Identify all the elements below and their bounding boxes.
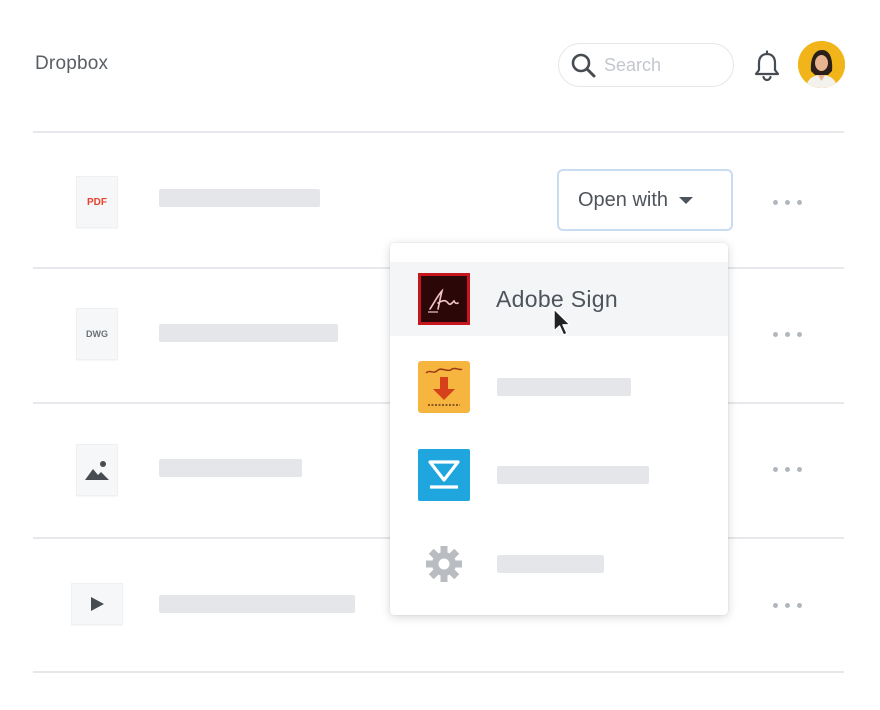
video-file-icon bbox=[71, 583, 123, 625]
app-title: Dropbox bbox=[35, 53, 109, 74]
file-name-placeholder bbox=[159, 189, 320, 207]
open-with-menu: Adobe Sign bbox=[390, 243, 728, 615]
gear-icon bbox=[426, 546, 462, 582]
menu-item-configure[interactable] bbox=[390, 527, 728, 601]
file-name-placeholder bbox=[159, 324, 338, 342]
more-options-button[interactable] bbox=[773, 200, 802, 205]
signing-app-icon bbox=[418, 361, 470, 413]
menu-item-name-placeholder bbox=[497, 378, 631, 396]
more-options-button[interactable] bbox=[773, 603, 802, 608]
bell-icon[interactable] bbox=[752, 50, 782, 82]
menu-item-name-placeholder bbox=[497, 555, 604, 573]
open-with-button[interactable]: Open with bbox=[557, 169, 733, 231]
pdf-file-label: PDF bbox=[87, 196, 107, 208]
search-icon bbox=[571, 53, 596, 78]
menu-item-name-placeholder bbox=[497, 466, 649, 484]
mouse-pointer-icon bbox=[553, 308, 571, 336]
search-bar[interactable] bbox=[558, 43, 734, 87]
row-divider bbox=[33, 671, 844, 673]
search-input[interactable] bbox=[604, 54, 714, 76]
avatar-image bbox=[798, 41, 845, 88]
file-name-placeholder bbox=[159, 459, 302, 477]
play-icon bbox=[91, 597, 104, 611]
blue-app-icon bbox=[418, 449, 470, 501]
adobe-sign-icon bbox=[418, 273, 470, 325]
image-glyph-icon bbox=[85, 461, 109, 480]
dwg-file-icon: DWG bbox=[76, 308, 118, 360]
menu-item-blue-app[interactable] bbox=[390, 438, 728, 512]
pdf-file-icon: PDF bbox=[76, 176, 118, 228]
more-options-button[interactable] bbox=[773, 467, 802, 472]
user-avatar[interactable] bbox=[798, 41, 845, 88]
file-name-placeholder bbox=[159, 595, 355, 613]
image-file-icon bbox=[76, 444, 118, 496]
open-with-label: Open with bbox=[578, 188, 669, 211]
menu-item-signing-app[interactable] bbox=[390, 350, 728, 424]
caret-down-icon bbox=[679, 196, 694, 204]
more-options-button[interactable] bbox=[773, 332, 802, 337]
dwg-file-label: DWG bbox=[86, 329, 108, 339]
